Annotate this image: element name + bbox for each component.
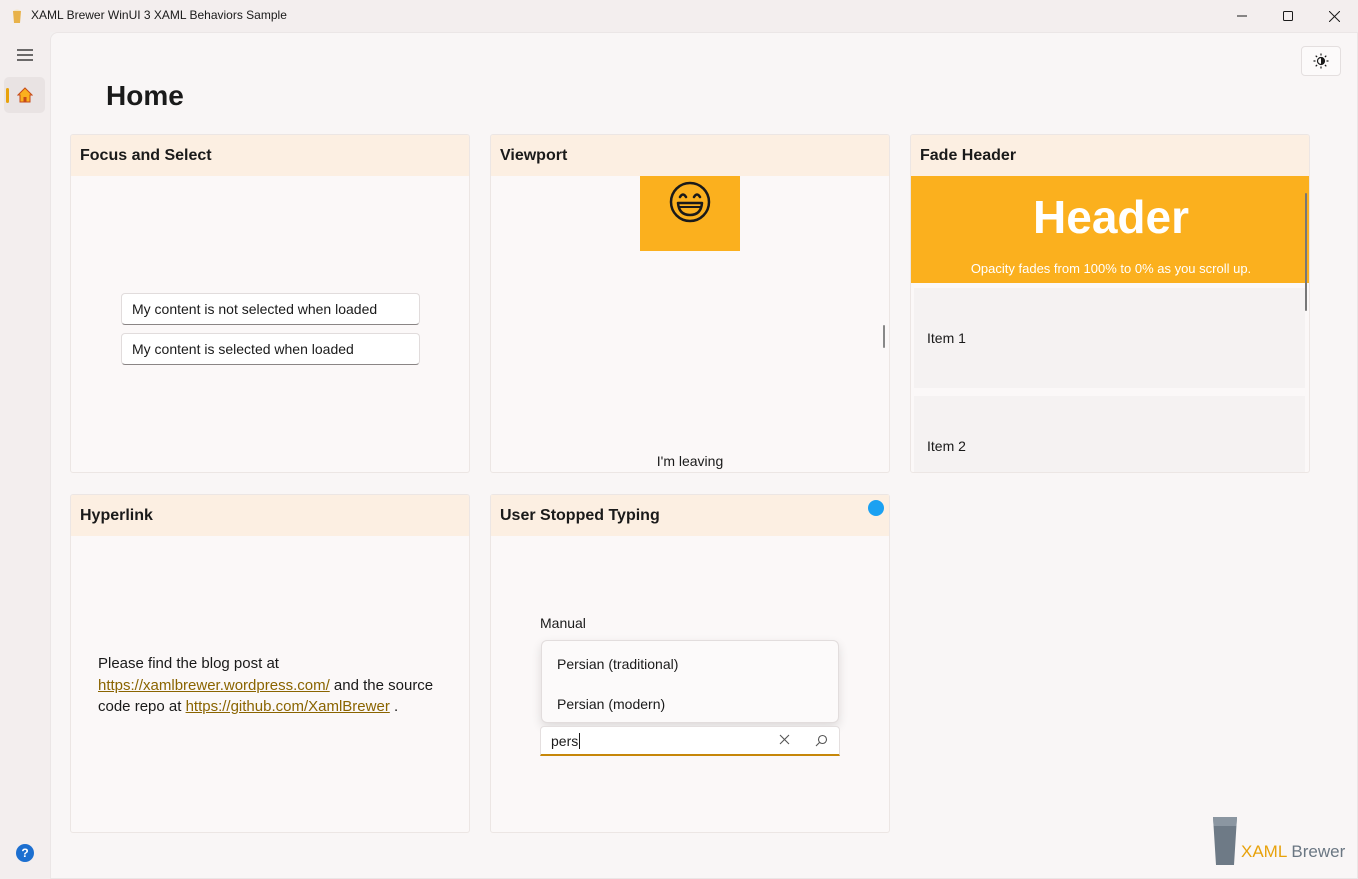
card-user-stopped-typing: User Stopped Typing Manual Persian (trad… <box>490 494 890 833</box>
navigation-pane: ? <box>0 32 50 879</box>
list-item[interactable]: Item 1 <box>914 288 1305 388</box>
hamburger-icon <box>17 49 33 61</box>
theme-toggle-button[interactable] <box>1301 46 1341 76</box>
card-title: Focus and Select <box>71 135 469 176</box>
search-icon[interactable] <box>815 734 828 747</box>
search-input-value: pers <box>551 732 579 749</box>
window-title: XAML Brewer WinUI 3 XAML Behaviors Sampl… <box>31 8 287 22</box>
close-button[interactable] <box>1311 0 1357 32</box>
help-icon[interactable]: ? <box>16 844 34 862</box>
search-input[interactable]: pers <box>540 726 840 756</box>
card-fade-header: Fade Header Header Opacity fades from 10… <box>910 134 1310 473</box>
card-title: Viewport <box>491 135 889 176</box>
xaml-brewer-logo: XAML Brewer <box>1208 815 1348 867</box>
hyperlink-paragraph: Please find the blog post at https://xam… <box>98 653 458 718</box>
theme-icon <box>1313 53 1329 69</box>
header-text: Header <box>1033 191 1189 243</box>
card-viewport: Viewport I'm leaving <box>490 134 890 473</box>
card-focus-select: Focus and Select My content is not selec… <box>70 134 470 473</box>
suggestion-item[interactable]: Persian (modern) <box>557 696 665 712</box>
textbox-not-selected[interactable]: My content is not selected when loaded <box>121 293 420 325</box>
selection-indicator <box>6 88 9 103</box>
clear-icon[interactable] <box>779 734 791 746</box>
beer-glass-icon <box>1213 817 1237 865</box>
card-title: User Stopped Typing <box>491 495 889 536</box>
header-subtext: Opacity fades from 100% to 0% as you scr… <box>970 261 1252 276</box>
card-title: Fade Header <box>911 135 1309 176</box>
nav-item-home[interactable] <box>4 77 45 113</box>
viewport-caption: I'm leaving <box>656 453 724 469</box>
suggestion-list: Persian (traditional) Persian (modern) <box>541 640 839 723</box>
logo-text: XAML Brewer <box>1241 842 1345 862</box>
card-title: Hyperlink <box>71 495 469 536</box>
hamburger-button[interactable] <box>9 40 41 70</box>
scrollbar[interactable] <box>883 325 885 348</box>
maximize-icon <box>1283 11 1293 21</box>
maximize-button[interactable] <box>1265 0 1311 32</box>
title-bar: XAML Brewer WinUI 3 XAML Behaviors Sampl… <box>0 0 1358 32</box>
github-link[interactable]: https://github.com/XamlBrewer <box>186 698 390 715</box>
textbox-selected[interactable]: My content is selected when loaded <box>121 333 420 365</box>
logo-text-xaml: XAML <box>1241 842 1287 861</box>
minimize-icon <box>1237 15 1247 17</box>
scrollbar[interactable] <box>1305 193 1307 311</box>
paragraph-text: . <box>389 698 399 715</box>
logo-text-brewer: Brewer <box>1286 842 1346 861</box>
card-hyperlink: Hyperlink Please find the blog post at h… <box>70 494 470 833</box>
home-icon <box>17 87 33 103</box>
typing-indicator-dot <box>868 500 884 516</box>
close-icon <box>1328 10 1340 22</box>
suggestion-item[interactable]: Persian (traditional) <box>557 656 678 672</box>
minimize-button[interactable] <box>1219 0 1265 32</box>
fading-header: Header Opacity fades from 100% to 0% as … <box>911 176 1309 283</box>
viewport-element <box>640 176 740 251</box>
smiley-icon <box>669 181 711 223</box>
app-icon <box>13 9 21 23</box>
blog-link[interactable]: https://xamlbrewer.wordpress.com/ <box>98 677 330 694</box>
list-item[interactable]: Item 2 <box>914 396 1305 472</box>
text-caret <box>579 732 581 749</box>
paragraph-text: Please find the blog post at <box>98 655 279 672</box>
search-label: Manual <box>540 615 586 631</box>
page-title: Home <box>106 80 184 111</box>
